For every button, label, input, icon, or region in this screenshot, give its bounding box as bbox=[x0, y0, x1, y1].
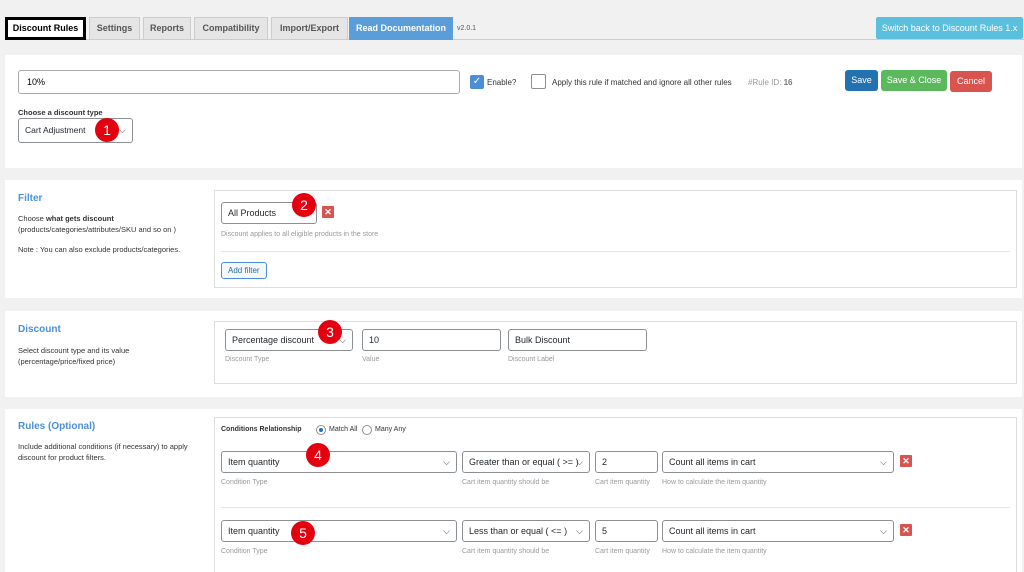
condition-type-hint: Condition Type bbox=[221, 479, 268, 486]
divider bbox=[221, 251, 1010, 252]
match-any-label: Many Any bbox=[375, 426, 406, 433]
discount-label-hint: Discount Label bbox=[508, 356, 555, 363]
chevron-down-icon: ⌵ bbox=[576, 526, 583, 536]
rule-header-panel: ✓ Enable? Apply this rule if matched and… bbox=[5, 55, 1022, 168]
step-marker-5: 5 bbox=[291, 521, 315, 545]
chevron-down-icon: ⌵ bbox=[443, 526, 450, 536]
step-marker-4: 4 bbox=[306, 443, 330, 467]
rules-box: Conditions Relationship Match All Many A… bbox=[214, 417, 1017, 572]
discount-panel: Discount Select discount type and its va… bbox=[5, 311, 1022, 397]
condition-type-value: Item quantity bbox=[228, 526, 280, 536]
step-marker-2: 2 bbox=[292, 193, 316, 217]
condition-calc-select[interactable]: Count all items in cart ⌵ bbox=[662, 451, 894, 473]
rule-id-value: 16 bbox=[783, 78, 793, 87]
tab-import-export[interactable]: Import/Export bbox=[271, 17, 348, 40]
condition-type-select[interactable]: Item quantity ⌵ bbox=[221, 520, 457, 542]
tab-reports[interactable]: Reports bbox=[143, 17, 191, 40]
exclusive-label: Apply this rule if matched and ignore al… bbox=[552, 78, 732, 87]
step-marker-3: 3 bbox=[318, 320, 342, 344]
filter-note: Note : You can also exclude products/cat… bbox=[18, 245, 181, 254]
condition-type-value: Item quantity bbox=[228, 457, 280, 467]
condition-qty-hint: Cart item quantity bbox=[595, 548, 650, 555]
chevron-down-icon: ⌵ bbox=[880, 526, 887, 536]
filter-desc-rest: (products/categories/attributes/SKU and … bbox=[18, 225, 176, 234]
condition-calc-value: Count all items in cart bbox=[669, 457, 756, 467]
condition-qty-input[interactable]: 2 bbox=[595, 451, 658, 473]
discount-type-label: Choose a discount type bbox=[18, 108, 103, 117]
filter-panel: Filter Choose what gets discount (produc… bbox=[5, 180, 1022, 298]
remove-condition-icon[interactable]: ✕ bbox=[900, 455, 912, 467]
rule-title-input[interactable] bbox=[18, 70, 460, 94]
discount-title: Discount bbox=[18, 324, 61, 335]
exclusive-checkbox[interactable] bbox=[531, 74, 546, 89]
discount-label-input[interactable]: Bulk Discount bbox=[508, 329, 647, 351]
condition-type-hint: Condition Type bbox=[221, 548, 268, 555]
step-marker-1: 1 bbox=[95, 118, 119, 142]
version-label: v2.0.1 bbox=[457, 25, 477, 32]
discount-value-hint: Value bbox=[362, 356, 380, 363]
tab-discount-rules[interactable]: Discount Rules bbox=[5, 17, 86, 40]
condition-operator-value: Less than or equal ( <= ) bbox=[469, 526, 568, 536]
rules-panel: Rules (Optional) Include additional cond… bbox=[5, 409, 1022, 572]
match-all-label: Match All bbox=[329, 426, 358, 433]
conditions-relationship-label: Conditions Relationship bbox=[221, 426, 302, 433]
cancel-button[interactable]: Cancel bbox=[950, 71, 992, 92]
discount-type-hint: Discount Type bbox=[225, 356, 270, 363]
tab-compatibility[interactable]: Compatibility bbox=[194, 17, 268, 40]
discount-type-value: Cart Adjustment bbox=[25, 125, 86, 135]
condition-calc-value: Count all items in cart bbox=[669, 526, 756, 536]
filter-title: Filter bbox=[18, 193, 43, 204]
filter-desc-prefix: Choose bbox=[18, 214, 46, 223]
filter-hint: Discount applies to all eligible product… bbox=[221, 231, 379, 238]
chevron-down-icon: ⌵ bbox=[443, 457, 450, 467]
enable-label: Enable? bbox=[487, 78, 517, 87]
condition-type-select[interactable]: Item quantity ⌵ bbox=[221, 451, 457, 473]
match-any-radio[interactable] bbox=[362, 425, 372, 435]
filter-box: All Products ✕ Discount applies to all e… bbox=[214, 190, 1017, 288]
condition-operator-value: Greater than or equal ( >= ) bbox=[469, 457, 579, 467]
condition-qty-hint: Cart item quantity bbox=[595, 479, 650, 486]
tab-read-documentation[interactable]: Read Documentation bbox=[349, 17, 453, 40]
condition-operator-select[interactable]: Greater than or equal ( >= ) ⌵ bbox=[462, 451, 590, 473]
save-close-button[interactable]: Save & Close bbox=[881, 70, 947, 91]
filter-description: Choose what gets discount (products/cate… bbox=[18, 213, 208, 235]
chevron-down-icon: ⌵ bbox=[880, 457, 887, 467]
condition-operator-hint: Cart item quantity should be bbox=[462, 548, 550, 555]
divider bbox=[221, 507, 1010, 508]
add-filter-button[interactable]: Add filter bbox=[221, 262, 267, 279]
tab-settings[interactable]: Settings bbox=[89, 17, 140, 40]
condition-qty-input[interactable]: 5 bbox=[595, 520, 658, 542]
rule-id-prefix: #Rule ID: bbox=[748, 78, 782, 87]
condition-operator-hint: Cart item quantity should be bbox=[462, 479, 550, 486]
remove-condition-icon[interactable]: ✕ bbox=[900, 524, 912, 536]
discount-description: Select discount type and its value (perc… bbox=[18, 346, 130, 366]
discount-type-value: Percentage discount bbox=[232, 335, 315, 345]
rules-description: Include additional conditions (if necess… bbox=[18, 442, 188, 462]
tab-bar: Discount Rules Settings Reports Compatib… bbox=[5, 17, 1024, 40]
rule-id: #Rule ID: 16 bbox=[748, 78, 793, 87]
condition-calc-hint: How to calculate the item quantity bbox=[662, 548, 767, 555]
save-button[interactable]: Save bbox=[845, 70, 878, 91]
chevron-down-icon: ⌵ bbox=[119, 125, 126, 135]
match-all-radio[interactable] bbox=[316, 425, 326, 435]
remove-filter-icon[interactable]: ✕ bbox=[322, 206, 334, 218]
chevron-down-icon: ⌵ bbox=[576, 457, 583, 467]
condition-calc-hint: How to calculate the item quantity bbox=[662, 479, 767, 486]
rules-title: Rules (Optional) bbox=[18, 421, 96, 432]
condition-operator-select[interactable]: Less than or equal ( <= ) ⌵ bbox=[462, 520, 590, 542]
discount-value-input[interactable]: 10 bbox=[362, 329, 501, 351]
switch-version-button[interactable]: Switch back to Discount Rules 1.x bbox=[876, 17, 1023, 39]
condition-calc-select[interactable]: Count all items in cart ⌵ bbox=[662, 520, 894, 542]
filter-desc-bold: what gets discount bbox=[45, 214, 114, 223]
enable-checkbox[interactable]: ✓ bbox=[470, 75, 484, 89]
